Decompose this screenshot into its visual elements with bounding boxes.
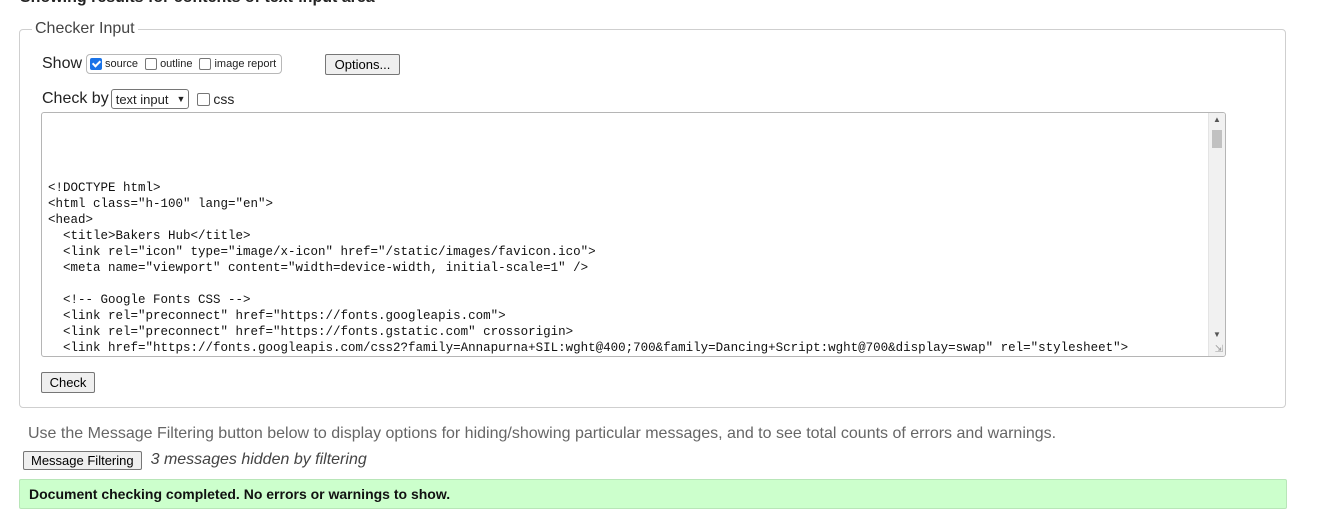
css-checkbox[interactable]: [197, 92, 211, 106]
source-textarea[interactable]: <!DOCTYPE html> <html class="h-100" lang…: [41, 112, 1226, 357]
filtering-row: Message Filtering 3 messages hidden by f…: [23, 450, 367, 470]
show-image-report-option[interactable]: image report: [199, 58, 276, 70]
scroll-down-icon[interactable]: ▼: [1209, 328, 1225, 342]
checker-input-legend: Checker Input: [35, 20, 135, 37]
check-by-select-value: text input: [115, 91, 169, 107]
show-options-group: source outline image report: [86, 54, 283, 74]
page-heading: Showing results for contents of text-inp…: [20, 0, 375, 8]
image-report-checkbox[interactable]: [199, 58, 212, 70]
check-by-select[interactable]: text input ▼: [110, 89, 190, 109]
scroll-up-icon[interactable]: ▲: [1209, 113, 1225, 127]
scrollbar-thumb[interactable]: [1212, 130, 1222, 148]
options-button[interactable]: Options...: [325, 54, 400, 75]
textarea-scrollbar[interactable]: ▲ ▼: [1208, 113, 1225, 356]
show-label: Show: [42, 55, 83, 72]
outline-label: outline: [160, 58, 193, 70]
source-text: <!DOCTYPE html> <html class="h-100" lang…: [48, 181, 1129, 355]
css-label: css: [213, 91, 235, 107]
check-button[interactable]: Check: [41, 372, 95, 393]
show-outline-option[interactable]: outline: [145, 58, 192, 70]
result-success-banner: Document checking completed. No errors o…: [19, 479, 1287, 509]
message-filtering-button[interactable]: Message Filtering: [23, 450, 142, 470]
show-options-row: Show source outline image report: [42, 54, 283, 74]
source-checkbox[interactable]: [90, 58, 103, 70]
show-source-option[interactable]: source: [90, 58, 138, 70]
hidden-messages-count: 3 messages hidden by filtering: [150, 451, 367, 468]
source-label: source: [105, 58, 139, 70]
css-option[interactable]: css: [197, 91, 234, 107]
chevron-down-icon: ▼: [176, 94, 186, 104]
filtering-info-text: Use the Message Filtering button below t…: [28, 425, 1057, 442]
outline-checkbox[interactable]: [145, 58, 158, 70]
check-by-label: Check by: [42, 90, 109, 107]
resize-grip-icon[interactable]: ⇲: [1215, 345, 1223, 355]
image-report-label: image report: [214, 58, 277, 70]
check-by-row: Check by text input ▼ css: [42, 89, 234, 109]
